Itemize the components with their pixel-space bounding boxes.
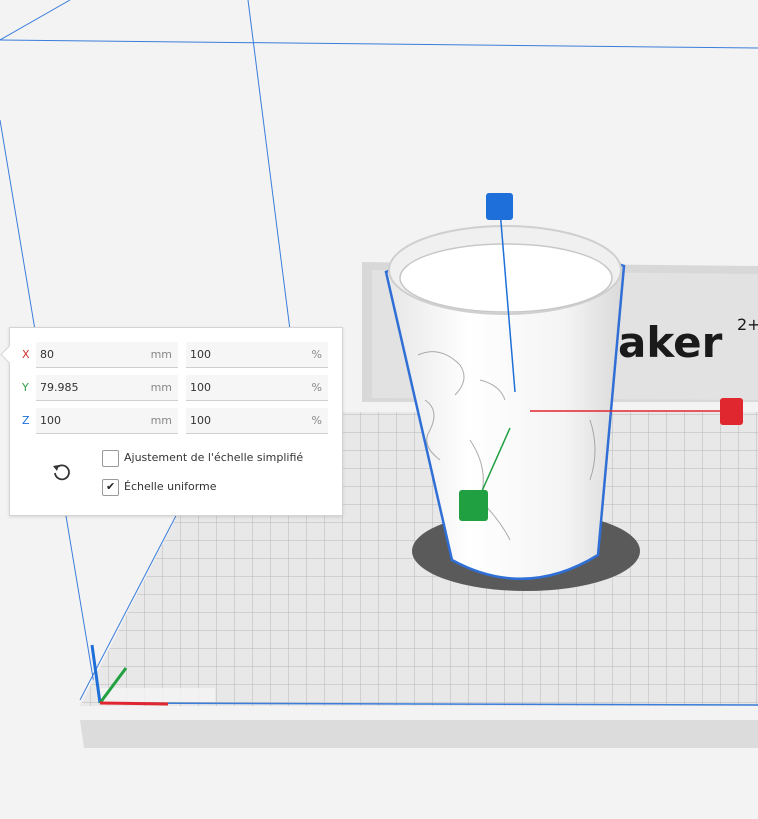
reset-scale-button[interactable] — [50, 460, 74, 484]
uniform-scaling-checkbox[interactable]: ✔ — [102, 479, 119, 496]
check-icon: ✔ — [106, 480, 116, 493]
scale-row-y: Y 79.985 mm 100 % — [10, 375, 342, 401]
scale-handle-z[interactable] — [486, 193, 513, 220]
axis-label-z: Z — [22, 414, 30, 427]
brand-logo-text: aker — [618, 318, 723, 367]
scale-y-pct-value: 100 — [190, 381, 211, 394]
scale-x-mm-value: 80 — [40, 348, 54, 361]
axis-label-y: Y — [22, 381, 29, 394]
snap-scaling-label: Ajustement de l'échelle simplifié — [124, 451, 304, 464]
reset-rotate-icon — [53, 464, 70, 481]
scale-y-pct-input[interactable]: 100 % — [186, 375, 328, 401]
axis-label-x: X — [22, 348, 30, 361]
scale-x-pct-value: 100 — [190, 348, 211, 361]
scale-y-mm-unit: mm — [150, 381, 172, 394]
scale-x-mm-input[interactable]: 80 mm — [36, 342, 178, 368]
snap-scaling-checkbox[interactable] — [102, 450, 119, 467]
scale-z-pct-input[interactable]: 100 % — [186, 408, 328, 434]
scale-z-pct-unit: % — [311, 414, 322, 427]
scale-row-x: X 80 mm 100 % — [10, 342, 342, 368]
scale-x-pct-input[interactable]: 100 % — [186, 342, 328, 368]
scale-handle-y[interactable] — [459, 490, 488, 521]
scale-z-mm-input[interactable]: 100 mm — [36, 408, 178, 434]
scale-tool-panel: X 80 mm 100 % Y 79.985 mm 100 % Z 100 mm… — [0, 327, 343, 516]
scale-z-pct-value: 100 — [190, 414, 211, 427]
scale-y-mm-value: 79.985 — [40, 381, 79, 394]
brand-logo-superscript: 2+ — [737, 315, 758, 334]
scale-row-z: Z 100 mm 100 % — [10, 408, 342, 434]
scale-handle-x[interactable] — [720, 398, 743, 425]
scale-x-pct-unit: % — [311, 348, 322, 361]
scale-z-mm-unit: mm — [150, 414, 172, 427]
scale-y-pct-unit: % — [311, 381, 322, 394]
uniform-scaling-label: Échelle uniforme — [124, 480, 217, 493]
scale-y-mm-input[interactable]: 79.985 mm — [36, 375, 178, 401]
scale-z-mm-value: 100 — [40, 414, 61, 427]
scale-x-mm-unit: mm — [150, 348, 172, 361]
3d-viewport[interactable]: aker 2+ X 80 mm 100 % Y 79.985 mm 100 % … — [0, 0, 758, 819]
